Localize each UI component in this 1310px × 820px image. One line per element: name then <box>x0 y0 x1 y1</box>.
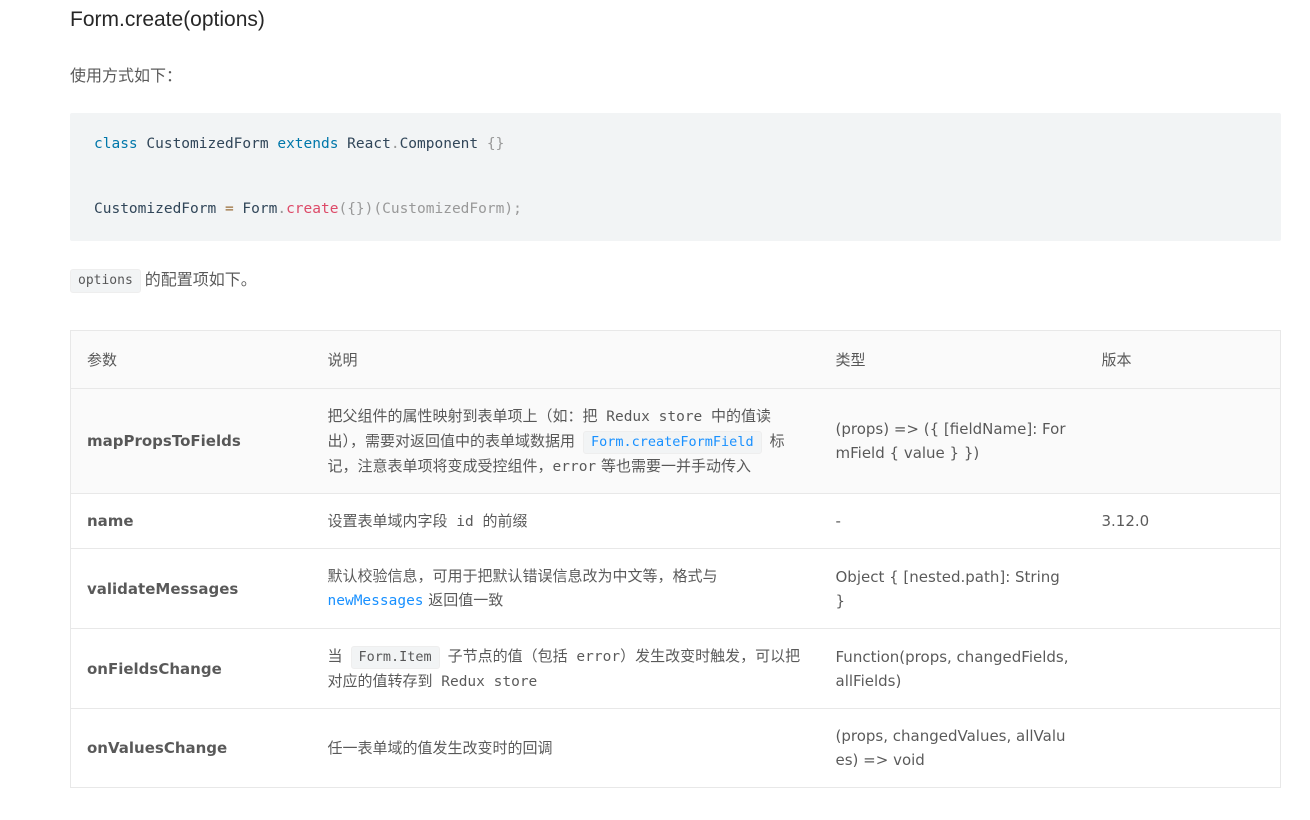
param-cell: mapPropsToFields <box>70 388 312 494</box>
code-token: Form <box>233 201 278 217</box>
desc-code: error <box>552 458 597 475</box>
code-token: React <box>338 136 391 152</box>
desc-cell: 默认校验信息，可用于把默认错误信息改为中文等，格式与 newMessages 返回… <box>311 548 820 629</box>
code-block: class CustomizedForm extends React.Compo… <box>70 113 1281 241</box>
version-cell <box>1085 388 1281 494</box>
desc-code: Redux store <box>432 673 538 690</box>
code-token: {} <box>486 136 505 152</box>
desc-cell: 把父组件的属性映射到表单项上（如：把 Redux store 中的值读出），需要… <box>311 388 820 494</box>
code-token: CustomizedForm <box>94 201 225 217</box>
new-messages-link[interactable]: newMessages <box>328 593 424 609</box>
desc-code-tag[interactable]: Form.createFormField <box>583 430 762 454</box>
table-row: onValuesChange 任一表单域的值发生改变时的回调 (props, c… <box>70 708 1281 788</box>
intro-text: 使用方式如下： <box>70 66 183 85</box>
version-cell <box>1085 548 1281 629</box>
header-type: 类型 <box>819 330 1086 389</box>
desc-text: 等也需要一并手动传入 <box>596 456 751 475</box>
table-header-row: 参数 说明 类型 版本 <box>70 330 1281 389</box>
param-cell: onFieldsChange <box>70 628 312 709</box>
header-param: 参数 <box>70 330 312 389</box>
type-cell: Object { [nested.path]: String } <box>819 548 1086 629</box>
type-cell: Function(props, changedFields, allFields… <box>819 628 1086 709</box>
options-code: options <box>70 268 141 293</box>
desc-code-tag: Form.Item <box>350 645 440 669</box>
desc-text: 的前缀 <box>482 511 528 530</box>
options-text: 的配置项如下。 <box>144 270 257 289</box>
desc-text: 返回值一致 <box>423 591 504 609</box>
version-cell <box>1085 708 1281 788</box>
type-cell: - <box>819 493 1086 549</box>
table-row: validateMessages 默认校验信息，可用于把默认错误信息改为中文等，… <box>70 548 1281 629</box>
table-row: onFieldsChange 当 Form.Item 子节点的值（包括 error）… <box>70 628 1281 709</box>
api-table: 参数 说明 类型 版本 mapPropsToFields 把父组件的属性映射到表… <box>70 330 1281 788</box>
param-cell: onValuesChange <box>70 708 312 788</box>
version-cell: 3.12.0 <box>1085 493 1281 549</box>
desc-text: 设置表单域内字段 <box>327 511 448 530</box>
desc-text: 当 <box>327 646 343 665</box>
code-token: . <box>277 201 287 217</box>
desc-text: 默认校验信息，可用于把默认错误信息改为中文等，格式与 <box>327 567 718 585</box>
desc-text: 把父组件的属性映射到表单项上（如：把 <box>327 406 598 425</box>
code-token: . <box>390 136 400 152</box>
code-keyword-class: class <box>94 136 138 152</box>
type-cell: (props) => ({ [fieldName]: FormField { v… <box>819 388 1086 494</box>
code-token: CustomizedForm <box>137 136 278 152</box>
header-version: 版本 <box>1085 330 1281 389</box>
options-description: options 的配置项如下。 <box>70 267 257 293</box>
section-heading: Form.create(options) <box>70 8 265 31</box>
code-function: create <box>286 201 339 217</box>
desc-code: error <box>567 648 621 665</box>
desc-text: 子节点的值（包括 <box>447 646 568 665</box>
table-row: mapPropsToFields 把父组件的属性映射到表单项上（如：把 Redu… <box>70 388 1281 494</box>
table-row: name 设置表单域内字段 id 的前缀 - 3.12.0 <box>70 493 1281 549</box>
header-desc: 说明 <box>311 330 820 389</box>
type-cell: (props, changedValues, allValues) => voi… <box>819 708 1086 788</box>
desc-code: Redux store <box>597 408 712 425</box>
code-token: = <box>224 201 234 217</box>
desc-cell: 当 Form.Item 子节点的值（包括 error）发生改变时触发，可以把对应的值… <box>311 628 820 709</box>
code-line-2: CustomizedForm = Form.create({})(Customi… <box>94 198 522 220</box>
desc-cell: 任一表单域的值发生改变时的回调 <box>311 708 820 788</box>
desc-cell: 设置表单域内字段 id 的前缀 <box>311 493 820 549</box>
code-token: Component <box>399 136 487 152</box>
code-token: ({})(CustomizedForm); <box>338 201 522 217</box>
code-line-1: class CustomizedForm extends React.Compo… <box>94 133 504 155</box>
code-keyword-extends: extends <box>277 136 339 152</box>
param-cell: validateMessages <box>70 548 312 629</box>
desc-code: id <box>447 513 483 530</box>
version-cell <box>1085 628 1281 709</box>
param-cell: name <box>70 493 312 549</box>
